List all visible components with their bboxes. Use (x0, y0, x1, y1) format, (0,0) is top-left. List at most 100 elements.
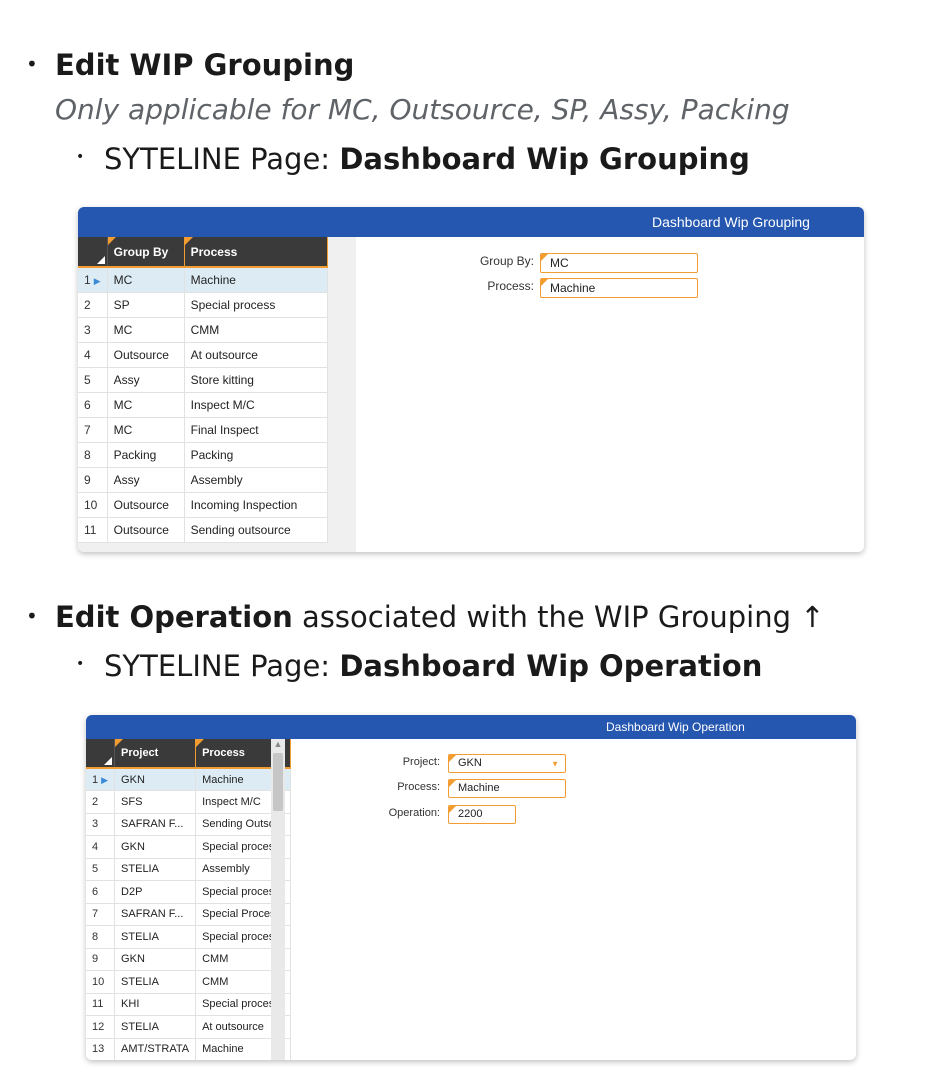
cell-group-by[interactable]: MC (107, 317, 185, 343)
table-row[interactable]: 3 SAFRAN F... Sending Outso... (86, 813, 292, 836)
col-header-process[interactable]: Process (184, 237, 328, 268)
row-number: 3 (78, 317, 108, 343)
section1-heading: Edit WIP Grouping (55, 48, 355, 82)
group-by-field[interactable]: MC (540, 253, 698, 273)
process-field[interactable]: Machine (540, 278, 698, 298)
wip-operation-grid: Project Process 1 ▶ GKN Machine 2 SFS Inspe… (86, 739, 292, 1060)
cell-group-by[interactable]: Packing (107, 442, 185, 468)
table-row[interactable]: 1 ▶ GKN Machine (86, 768, 292, 791)
cell-project[interactable]: STELIA (114, 925, 197, 949)
table-row[interactable]: 7 SAFRAN F... Special Process (86, 903, 292, 926)
section1-page-line: SYTELINE Page: Dashboard Wip Grouping (104, 142, 750, 176)
project-dropdown[interactable]: GKN ▼ (448, 754, 566, 773)
cell-process[interactable]: CMM (184, 317, 328, 343)
cell-process[interactable]: Incoming Inspection (184, 492, 328, 518)
cell-process[interactable]: Store kitting (184, 367, 328, 393)
cell-process[interactable]: Sending outsource (184, 517, 328, 543)
cell-process[interactable]: Inspect M/C (184, 392, 328, 418)
row-number: 5 (86, 858, 116, 881)
detail-form: Group By: MC Process: Machine (368, 237, 864, 552)
cell-process[interactable]: Machine (184, 267, 328, 293)
cell-group-by[interactable]: MC (107, 267, 185, 293)
table-row[interactable]: 12 STELIA At outsource (86, 1015, 292, 1039)
cell-project[interactable]: SAFRAN F... (114, 813, 197, 836)
row-number: 11 (78, 517, 108, 543)
select-all-corner[interactable] (78, 237, 108, 268)
cell-project[interactable]: STELIA (114, 1015, 197, 1039)
cell-project[interactable]: D2P (114, 880, 197, 904)
operation-field[interactable]: 2200 (448, 805, 516, 824)
wip-grouping-grid: Group By Process 1 ▶ MC Machine 2 SP Specia… (78, 237, 328, 543)
cell-project[interactable]: SFS (114, 790, 197, 814)
table-row[interactable]: 9 GKN CMM (86, 948, 292, 971)
table-row[interactable]: 8 Packing Packing (78, 442, 328, 468)
table-row[interactable]: 11 Outsource Sending outsource (78, 517, 328, 543)
table-row[interactable]: 5 STELIA Assembly (86, 858, 292, 881)
row-number: 13 (86, 1038, 116, 1060)
table-row[interactable]: 7 MC Final Inspect (78, 417, 328, 443)
col-header-project[interactable]: Project (114, 739, 197, 769)
row-number: 9 (86, 948, 116, 971)
cell-group-by[interactable]: Outsource (107, 517, 185, 543)
table-row[interactable]: 3 MC CMM (78, 317, 328, 343)
cell-project[interactable]: STELIA (114, 858, 197, 881)
cell-project[interactable]: AMT/STRATA (114, 1038, 197, 1060)
cell-process[interactable]: At outsource (184, 342, 328, 368)
section2-heading-strong: Edit Operation (55, 600, 293, 634)
cell-group-by[interactable]: SP (107, 292, 185, 318)
table-row[interactable]: 1 ▶ MC Machine (78, 267, 328, 293)
cell-group-by[interactable]: MC (107, 392, 185, 418)
table-row[interactable]: 10 STELIA CMM (86, 970, 292, 994)
project-value: GKN (458, 757, 482, 769)
chevron-down-icon[interactable]: ▼ (551, 755, 559, 772)
cell-project[interactable]: GKN (114, 835, 197, 859)
process-label: Process: (487, 279, 534, 293)
table-row[interactable]: 5 Assy Store kitting (78, 367, 328, 393)
cell-project[interactable]: KHI (114, 993, 197, 1016)
cell-project[interactable]: STELIA (114, 970, 197, 994)
table-row[interactable]: 9 Assy Assembly (78, 467, 328, 493)
row-number: 6 (86, 880, 116, 904)
table-row[interactable]: 6 D2P Special process (86, 880, 292, 904)
row-number: 6 (78, 392, 108, 418)
cell-project[interactable]: SAFRAN F... (114, 903, 197, 926)
process-field[interactable]: Machine (448, 779, 566, 798)
sub-bullet-1: • (76, 149, 85, 165)
cell-process[interactable]: Special process (184, 292, 328, 318)
sub-bullet-2: • (76, 656, 85, 672)
cell-group-by[interactable]: Assy (107, 367, 185, 393)
select-all-corner[interactable] (86, 739, 116, 769)
row-number: 12 (86, 1015, 116, 1039)
cell-group-by[interactable]: Outsource (107, 492, 185, 518)
cell-process[interactable]: Final Inspect (184, 417, 328, 443)
cell-process[interactable]: Assembly (184, 467, 328, 493)
section2-heading: Edit Operation associated with the WIP G… (55, 600, 825, 634)
grid-scrollbar[interactable]: ▲ (271, 739, 285, 1060)
page-name: Dashboard Wip Grouping (339, 142, 750, 176)
page-prefix: SYTELINE Page: (104, 649, 340, 683)
col-header-group-by[interactable]: Group By (107, 237, 185, 268)
cell-process[interactable]: Packing (184, 442, 328, 468)
cell-group-by[interactable]: Assy (107, 467, 185, 493)
table-row[interactable]: 11 KHI Special process (86, 993, 292, 1016)
cell-group-by[interactable]: Outsource (107, 342, 185, 368)
table-row[interactable]: 4 GKN Special process (86, 835, 292, 859)
row-number: 9 (78, 467, 108, 493)
table-row[interactable]: 13 AMT/STRATA Machine (86, 1038, 292, 1060)
cell-project[interactable]: GKN (114, 768, 197, 791)
table-row[interactable]: 10 Outsource Incoming Inspection (78, 492, 328, 518)
cell-group-by[interactable]: MC (107, 417, 185, 443)
table-row[interactable]: 8 STELIA Special process (86, 925, 292, 949)
table-row[interactable]: 6 MC Inspect M/C (78, 392, 328, 418)
cell-project[interactable]: GKN (114, 948, 197, 971)
window-titlebar: Dashboard Wip Operation (86, 715, 856, 739)
table-row[interactable]: 2 SFS Inspect M/C (86, 790, 292, 814)
section2-page-line: SYTELINE Page: Dashboard Wip Operation (104, 649, 762, 683)
row-number: 8 (86, 925, 116, 949)
scrollbar-thumb[interactable] (273, 753, 283, 811)
row-number: 4 (78, 342, 108, 368)
row-selector-icon: ▶ (101, 774, 109, 785)
table-row[interactable]: 4 Outsource At outsource (78, 342, 328, 368)
table-row[interactable]: 2 SP Special process (78, 292, 328, 318)
scroll-up-icon[interactable]: ▲ (271, 739, 285, 749)
